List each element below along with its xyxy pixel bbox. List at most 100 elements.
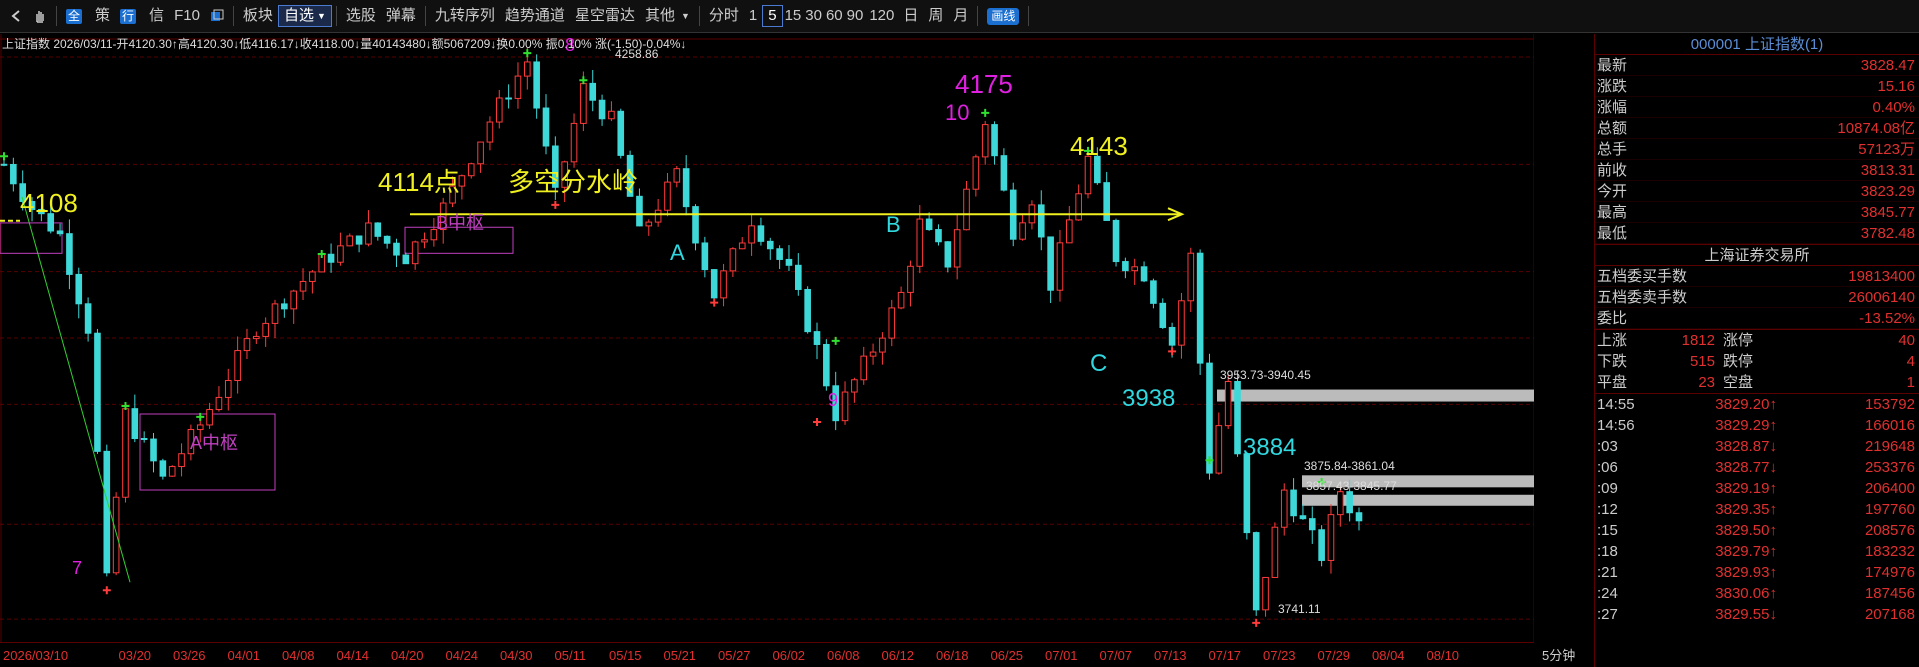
kline-chart[interactable]: 4258.86100.0%4159.9780.9%4061.0861.8%399…	[0, 34, 1534, 667]
candle-body	[299, 280, 307, 292]
order-label: 五档委买手数	[1597, 268, 1688, 285]
quote-row: 总手 57123万	[1595, 139, 1919, 160]
toolbar-sector-button[interactable]: 板块	[238, 5, 278, 27]
candle-body	[505, 97, 512, 100]
toolbar-td-sequence-button[interactable]: 九转序列	[430, 5, 500, 27]
chart-annotation: 4175	[955, 68, 1013, 99]
period-month-button[interactable]: 月	[948, 5, 973, 27]
tick-price: 3829.79↑	[1715, 543, 1777, 560]
period-5min-button[interactable]: 5	[762, 5, 783, 27]
breadth-label: 涨停	[1723, 332, 1754, 349]
candle-body	[131, 408, 139, 440]
toolbar-divider	[56, 6, 57, 26]
period-label[interactable]: 5分钟	[1542, 649, 1575, 662]
candle-body	[1168, 326, 1176, 346]
candle-body	[1271, 526, 1279, 578]
date-tick-label: 07/17	[1208, 648, 1242, 663]
breadth-row: 下跌 515 跌停 4	[1595, 351, 1919, 372]
candle-body	[1346, 491, 1353, 514]
candle-body	[56, 230, 64, 235]
candle-body	[75, 273, 83, 305]
candle-body	[103, 450, 111, 574]
candle-body	[682, 168, 690, 208]
toolbar-f10-button[interactable]: F10	[169, 5, 205, 27]
candle-body	[1187, 252, 1195, 302]
date-tick-label: 03/20	[118, 648, 152, 663]
toolbar-screener-button[interactable]: 选股	[341, 5, 381, 27]
candle-body	[972, 156, 980, 190]
tick-volume: 183232	[1864, 543, 1915, 560]
candle-body	[1178, 300, 1185, 346]
candle-body	[1262, 576, 1269, 611]
toolbar-danmu-button[interactable]: 弹幕	[381, 5, 421, 27]
tick-time: :27	[1597, 606, 1618, 623]
tick-row: :21 3829.93↑ 174976	[1595, 562, 1919, 583]
candle-body	[1234, 380, 1241, 455]
candle-body	[991, 124, 998, 157]
date-tick-label: 07/01	[1045, 648, 1078, 663]
quote-label: 涨幅	[1597, 99, 1628, 116]
period-1min-button[interactable]: 1	[744, 5, 762, 27]
candle-body	[1075, 193, 1082, 221]
candle-body	[178, 453, 185, 468]
quote-panel: 000001 上证指数(1) 最新 3828.47 涨跌 15.16 涨幅 0.40% 总额…	[1594, 34, 1919, 667]
quote-value: 3828.47	[1860, 57, 1915, 74]
quote-label: 总额	[1597, 120, 1628, 137]
period-120min-button[interactable]: 120	[865, 5, 898, 27]
window-icon[interactable]	[205, 5, 229, 27]
period-week-button[interactable]: 周	[923, 5, 948, 27]
candle-body	[1056, 242, 1064, 291]
tick-row: :27 3829.55↓ 207168	[1595, 604, 1919, 625]
candle-body	[907, 265, 914, 293]
candle-body	[1140, 266, 1148, 282]
breadth-label: 下跌	[1597, 353, 1628, 370]
tick-volume: 208576	[1864, 522, 1915, 539]
tick-price: 3829.29↑	[1715, 417, 1777, 434]
candle-body	[1308, 518, 1316, 531]
quote-label: 最低	[1597, 225, 1628, 242]
hand-icon[interactable]	[28, 5, 52, 27]
toolbar-trend-channel-button[interactable]: 趋势通道	[500, 5, 570, 27]
date-tick-label: 05/27	[718, 648, 751, 663]
candle-body	[281, 303, 288, 310]
chart-annotation: 4108	[20, 188, 78, 219]
toolbar: 全 策 行 信 F10 板块 自选 ▼ 选股 弹幕 九转序列 趋势通道 星空雷达 …	[0, 0, 1919, 33]
period-60min-button[interactable]: 60	[824, 5, 845, 27]
date-tick-label: 03/26	[173, 648, 206, 663]
candle-body	[916, 218, 924, 267]
candle-body	[804, 288, 811, 333]
toolbar-radar-button[interactable]: 星空雷达	[570, 5, 640, 27]
quote-value: 3813.31	[1860, 162, 1915, 179]
draw-line-button[interactable]: 画线	[982, 5, 1024, 27]
toolbar-all-button[interactable]: 全	[61, 5, 90, 27]
tick-time: :18	[1597, 543, 1618, 560]
candle-body	[542, 107, 550, 147]
candle-body	[458, 175, 466, 187]
period-intraday-button[interactable]: 分时	[704, 5, 744, 27]
candle-body	[636, 195, 643, 227]
back-icon[interactable]	[4, 5, 28, 27]
period-15min-button[interactable]: 15	[783, 5, 804, 27]
period-day-button[interactable]: 日	[898, 5, 923, 27]
toolbar-exec-button[interactable]: 行	[115, 5, 144, 27]
exchange-label: 上海证券交易所	[1595, 244, 1919, 266]
candle-body	[813, 331, 821, 345]
toolbar-divider	[335, 6, 337, 26]
period-90min-button[interactable]: 90	[845, 5, 866, 27]
toolbar-other-button[interactable]: 其他 ▼	[640, 5, 695, 27]
candle-body	[664, 181, 671, 211]
breadth-value: 1	[1906, 374, 1915, 391]
candle-body	[355, 235, 363, 245]
candle-body	[1150, 280, 1157, 304]
toolbar-signal-button[interactable]: 信	[144, 5, 169, 27]
candle-body	[0, 163, 8, 166]
candle-body	[598, 99, 606, 120]
toolbar-strategy-button[interactable]: 策	[90, 5, 115, 27]
watchlist-select[interactable]: 自选 ▼	[277, 5, 332, 27]
trough-marker	[710, 298, 719, 307]
candle-body	[1224, 380, 1232, 427]
date-tick-label: 06/02	[772, 648, 806, 663]
period-30min-button[interactable]: 30	[803, 5, 824, 27]
candle-body	[888, 307, 896, 339]
tick-time: :15	[1597, 522, 1618, 539]
